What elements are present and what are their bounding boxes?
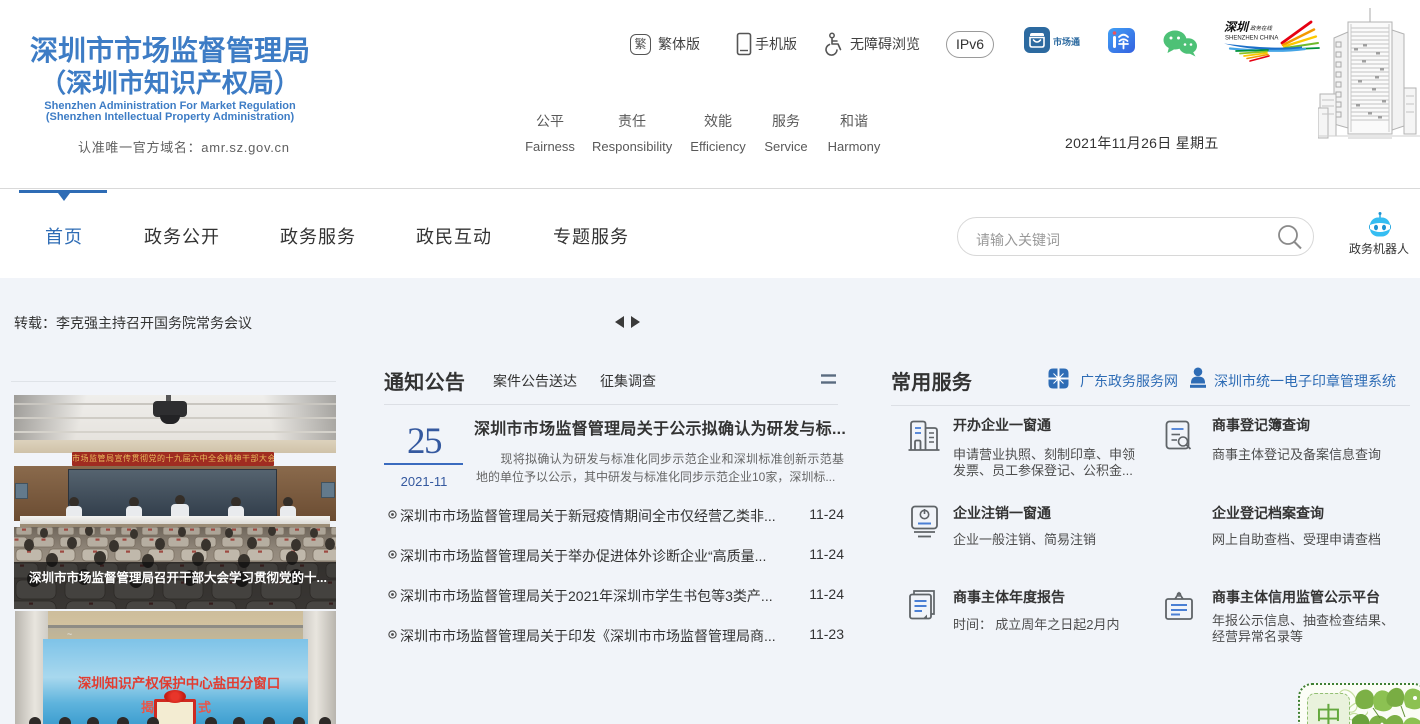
svg-text:政务在线: 政务在线 <box>1250 25 1273 32</box>
svg-text:深圳: 深圳 <box>1224 20 1250 34</box>
svg-text:SHENZHEN CHINA: SHENZHEN CHINA <box>1225 36 1278 42</box>
